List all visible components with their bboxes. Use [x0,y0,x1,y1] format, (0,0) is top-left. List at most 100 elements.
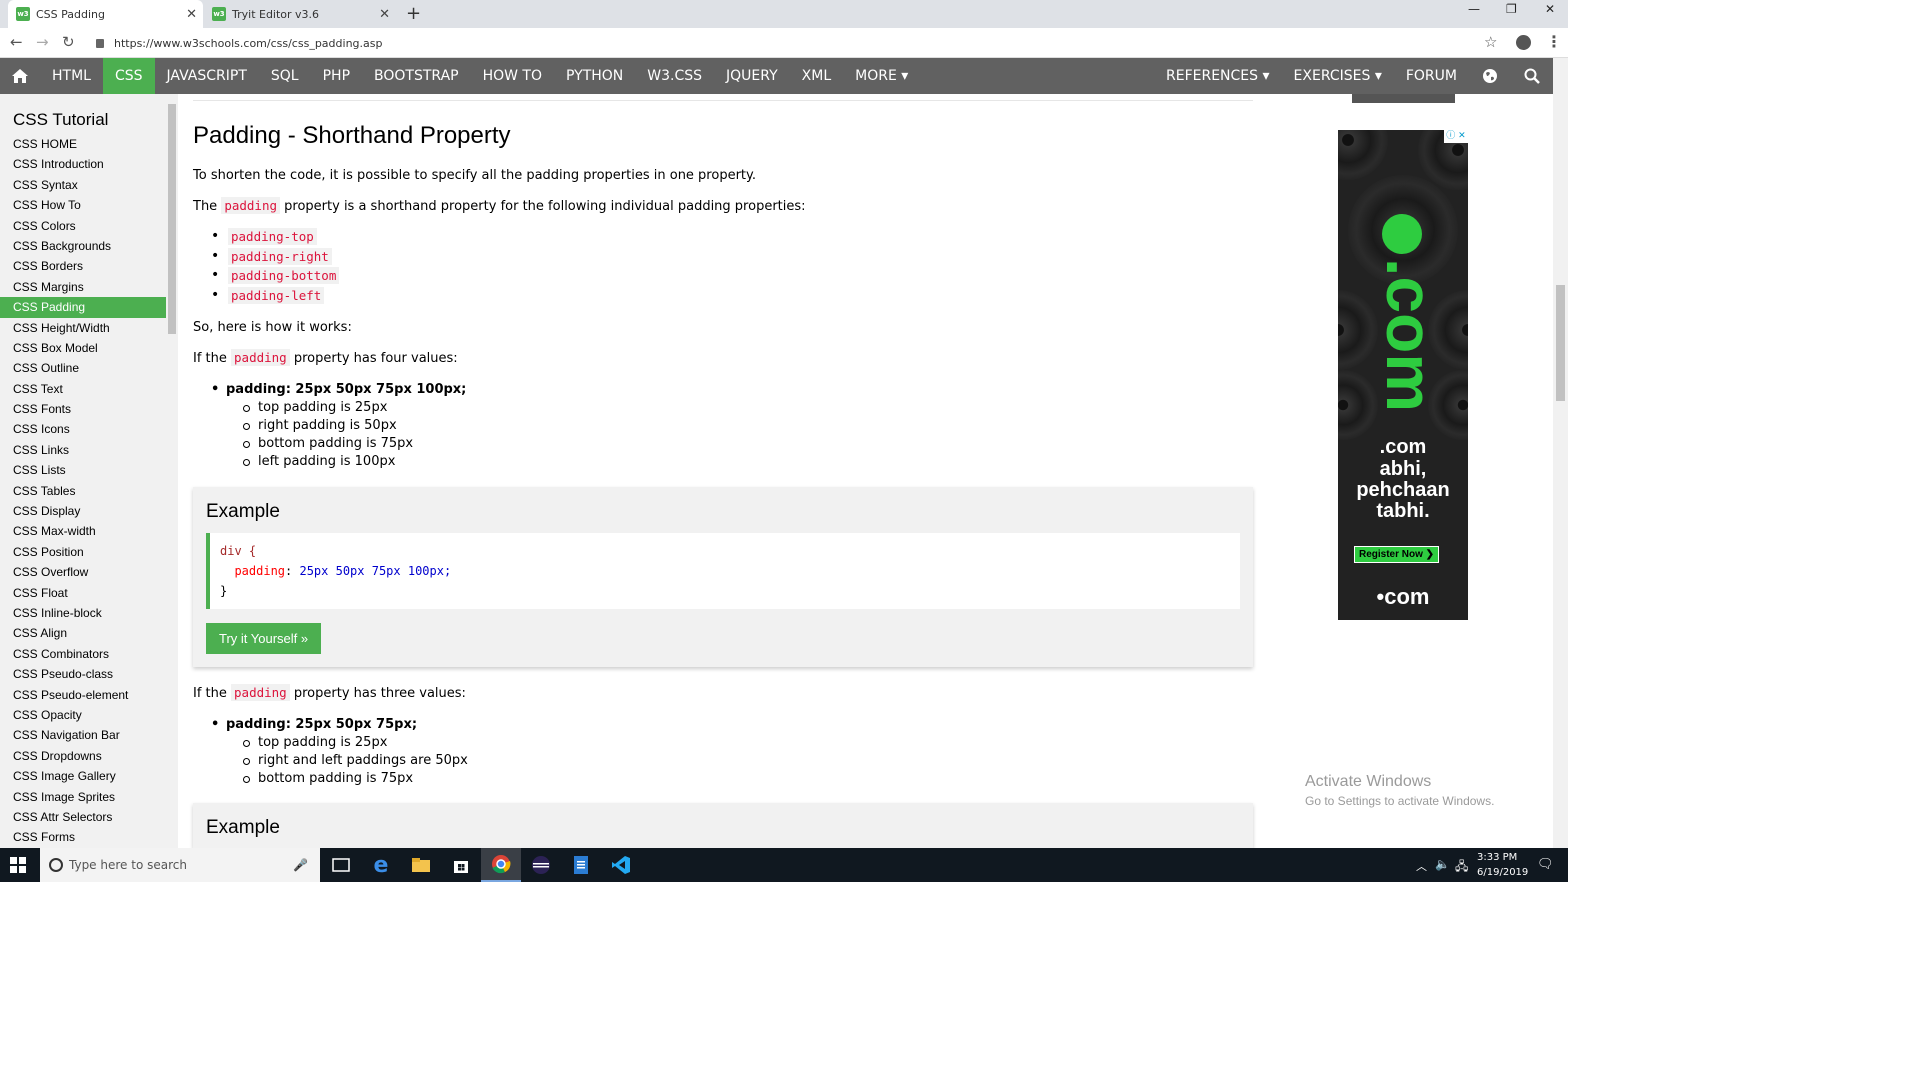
eclipse-icon[interactable] [528,852,554,878]
sidebar-item[interactable]: CSS Tables [0,481,166,501]
nav-jquery[interactable]: JQUERY [714,58,790,94]
sidebar-item[interactable]: CSS Display [0,501,166,521]
vinyl-record-image [1338,130,1388,180]
nav-python[interactable]: PYTHON [554,58,635,94]
tab-tryit-editor[interactable]: w3 Tryit Editor v3.6 ✕ [204,0,396,28]
sidebar-item[interactable]: CSS Padding [0,297,166,318]
sidebar-scroll-thumb[interactable] [168,104,176,334]
edge-icon[interactable]: e [368,852,394,878]
window-close-icon[interactable]: ✕ [1545,2,1555,16]
nav-css[interactable]: CSS [102,58,155,94]
bookmark-star-icon[interactable]: ☆ [1484,33,1497,51]
volume-icon[interactable]: 🔈 [1435,857,1450,871]
profile-icon[interactable] [1516,35,1531,50]
advertisement[interactable]: .com .com abhi, pehchaan tabhi. Register… [1338,130,1468,620]
sidebar-item[interactable]: CSS Navigation Bar [0,725,166,745]
browser-menu-icon[interactable]: ⋮ [1546,32,1562,51]
home-icon[interactable] [0,58,40,94]
sidebar-item[interactable]: CSS Attr Selectors [0,807,166,827]
sidebar-item[interactable]: CSS Height/Width [0,318,166,338]
clock-time[interactable]: 3:33 PM [1477,852,1517,863]
back-icon[interactable]: ← [10,33,23,51]
sidebar-item[interactable]: CSS Syntax [0,175,166,195]
sidebar-item[interactable]: CSS Forms [0,827,166,847]
microphone-icon[interactable]: 🎤 [293,858,308,872]
sidebar-item[interactable]: CSS Outline [0,358,166,378]
try-it-yourself-button[interactable]: Try it Yourself » [206,623,322,654]
sidebar-item[interactable]: CSS How To [0,195,166,215]
sidebar-item[interactable]: CSS Opacity [0,705,166,725]
sidebar-item[interactable]: CSS Links [0,440,166,460]
lock-icon [96,38,104,48]
tab-css-padding[interactable]: w3 CSS Padding ✕ [8,0,203,28]
close-icon[interactable]: ✕ [186,7,197,22]
sidebar-item[interactable]: CSS Dropdowns [0,746,166,766]
sidebar-item[interactable]: CSS Pseudo-element [0,685,166,705]
sidebar-item[interactable]: CSS Position [0,542,166,562]
sidebar-item[interactable]: CSS Introduction [0,154,166,174]
chrome-icon[interactable] [481,848,521,882]
sidebar-item[interactable]: CSS Inline-block [0,603,166,623]
forward-icon[interactable]: → [36,33,49,51]
vscode-icon[interactable] [608,852,634,878]
nav-javascript[interactable]: JAVASCRIPT [155,58,259,94]
sidebar-item[interactable]: CSS Backgrounds [0,236,166,256]
nav-sql[interactable]: SQL [259,58,311,94]
globe-icon[interactable] [1469,58,1511,94]
tray-chevron-icon[interactable]: ︿ [1416,858,1427,874]
url-input[interactable]: https://www.w3schools.com/css/css_paddin… [90,31,1510,55]
page-scroll-thumb[interactable] [1556,285,1565,401]
notifications-icon[interactable]: 🗨 [1537,857,1554,872]
list-item: padding-left [211,286,339,306]
nav-xml[interactable]: XML [790,58,843,94]
sidebar-item[interactable]: CSS Overflow [0,562,166,582]
close-icon[interactable]: ✕ [379,7,390,22]
register-now-button[interactable]: Register Now ❯ [1354,546,1440,563]
sidebar-item[interactable]: CSS Text [0,379,166,399]
nav-php[interactable]: PHP [311,58,362,94]
clock-date[interactable]: 6/19/2019 [1477,867,1528,878]
list-item: padding-bottom [211,266,340,286]
store-icon[interactable] [448,852,474,878]
nav-bootstrap[interactable]: BOOTSTRAP [362,58,471,94]
sidebar-item[interactable]: CSS Float [0,583,166,603]
nav-exercises[interactable]: EXERCISES ▾ [1282,58,1394,94]
taskbar-search-input[interactable]: Type here to search 🎤 [40,848,320,882]
sidebar-item[interactable]: CSS Image Gallery [0,766,166,786]
sidebar-item[interactable]: CSS Lists [0,460,166,480]
sidebar-list: CSS HOME CSS Introduction CSS Syntax CSS Ho… [0,134,178,848]
sidebar-item[interactable]: CSS Borders [0,256,166,276]
nav-w3css[interactable]: W3.CSS [635,58,714,94]
text: If the [193,686,227,701]
sidebar-item[interactable]: CSS Box Model [0,338,166,358]
new-tab-icon[interactable]: + [406,3,421,24]
sidebar-item[interactable]: CSS Fonts [0,399,166,419]
sidebar-item[interactable]: CSS Combinators [0,644,166,664]
sidebar-item[interactable]: CSS Margins [0,277,166,297]
restore-icon[interactable]: ❐ [1506,2,1517,16]
how-paragraph: So, here is how it works: [193,320,352,335]
sidebar-item[interactable]: CSS Image Sprites [0,787,166,807]
nav-more[interactable]: MORE ▾ [843,58,920,94]
sidebar-scrollbar[interactable] [166,94,178,848]
nav-forum[interactable]: FORUM [1394,58,1469,94]
sidebar-item[interactable]: CSS HOME [0,134,166,154]
file-explorer-icon[interactable] [408,852,434,878]
document-icon[interactable] [568,852,594,878]
task-view-icon[interactable] [328,852,354,878]
sidebar-item[interactable]: CSS Align [0,623,166,643]
network-icon[interactable]: 🖧 [1455,857,1468,878]
sidebar-item[interactable]: CSS Colors [0,216,166,236]
nav-html[interactable]: HTML [40,58,103,94]
reload-icon[interactable]: ↻ [62,33,75,51]
nav-references[interactable]: REFERENCES ▾ [1154,58,1282,94]
sidebar-item[interactable]: CSS Icons [0,419,166,439]
nav-how-to[interactable]: HOW TO [471,58,554,94]
sidebar-item[interactable]: CSS Pseudo-class [0,664,166,684]
page-scrollbar[interactable] [1553,58,1568,848]
minimize-icon[interactable]: — [1468,2,1480,16]
search-icon[interactable] [1511,58,1553,94]
sidebar-item[interactable]: CSS Max-width [0,521,166,541]
windows-start-icon[interactable] [10,857,26,873]
ad-close-icon[interactable]: ⓘ ✕ [1444,130,1468,143]
